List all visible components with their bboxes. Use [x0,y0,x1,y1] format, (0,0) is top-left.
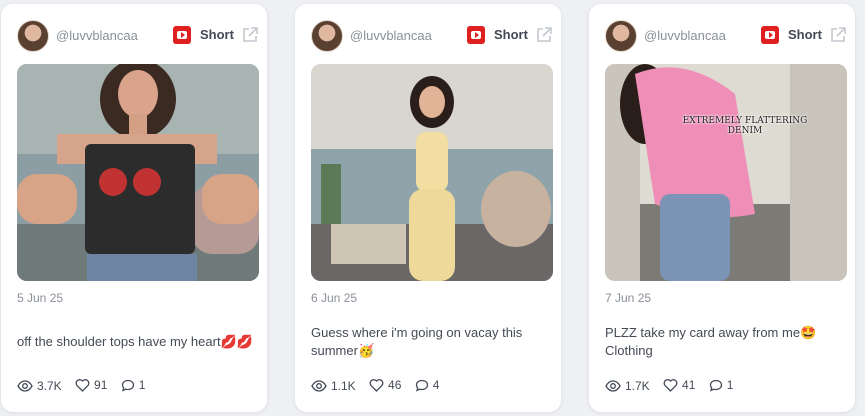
comment-icon [709,379,722,392]
post-card[interactable]: @luvvblancaa Short 5 Jun 25 off the shou… [1,4,267,412]
comments-stat: 1 [121,378,146,392]
eye-icon [17,379,33,392]
video-thumbnail[interactable] [311,64,553,281]
views-stat: 1.7K [605,379,650,393]
short-badge-label: Short [788,27,822,42]
youtube-icon [173,26,191,44]
likes-count: 46 [388,378,402,392]
username[interactable]: @luvvblancaa [56,28,138,43]
post-date: 7 Jun 25 [605,291,652,305]
views-stat: 1.1K [311,379,356,393]
username[interactable]: @luvvblancaa [644,28,726,43]
comments-count: 1 [726,378,734,392]
eye-icon [311,379,327,392]
post-caption: PLZZ take my card away from me🤩 Clothing [605,325,817,358]
youtube-icon [761,26,779,44]
likes-count: 41 [682,378,696,392]
heart-icon [369,378,384,392]
heart-icon [75,378,90,392]
comments-count: 4 [432,378,440,392]
views-count: 3.7K [37,378,62,393]
post-date: 6 Jun 25 [311,291,358,305]
eye-icon [605,379,621,392]
post-header: @luvvblancaa Short [311,20,552,52]
views-count: 1.7K [625,378,650,393]
post-card[interactable]: @luvvblancaa Short 6 Jun 25 Guess where … [295,4,561,412]
external-link-icon[interactable] [535,26,553,44]
username[interactable]: @luvvblancaa [350,28,432,43]
comments-stat: 1 [709,378,734,392]
post-date: 5 Jun 25 [17,291,64,305]
post-caption: Guess where i'm going on vacay this summ… [311,325,523,358]
avatar[interactable] [605,20,637,52]
likes-stat: 41 [663,378,695,392]
short-badge-label: Short [494,27,528,42]
post-stats: 1.7K 41 1 [605,378,743,396]
avatar[interactable] [17,20,49,52]
comment-icon [121,379,134,392]
views-count: 1.1K [331,378,356,393]
post-stats: 3.7K 91 1 [17,378,155,396]
comments-count: 1 [138,378,146,392]
avatar[interactable] [311,20,343,52]
comment-icon [415,379,428,392]
views-stat: 3.7K [17,379,62,393]
comments-stat: 4 [415,378,440,392]
short-badge-label: Short [200,27,234,42]
likes-count: 91 [94,378,108,392]
post-caption: off the shoulder tops have my heart💋💋 [17,334,253,349]
post-header: @luvvblancaa Short [605,20,846,52]
video-thumbnail[interactable]: EXTREMELY FLATTERING DENIM [605,64,847,281]
heart-icon [663,378,678,392]
video-thumbnail[interactable] [17,64,259,281]
post-card[interactable]: @luvvblancaa Short EXTREMELY FLATTERING … [589,4,855,412]
post-header: @luvvblancaa Short [17,20,258,52]
external-link-icon[interactable] [241,26,259,44]
post-stats: 1.1K 46 4 [311,378,449,396]
external-link-icon[interactable] [829,26,847,44]
likes-stat: 46 [369,378,401,392]
youtube-icon [467,26,485,44]
likes-stat: 91 [75,378,107,392]
video-overlay-text: EXTREMELY FLATTERING DENIM [682,116,808,136]
